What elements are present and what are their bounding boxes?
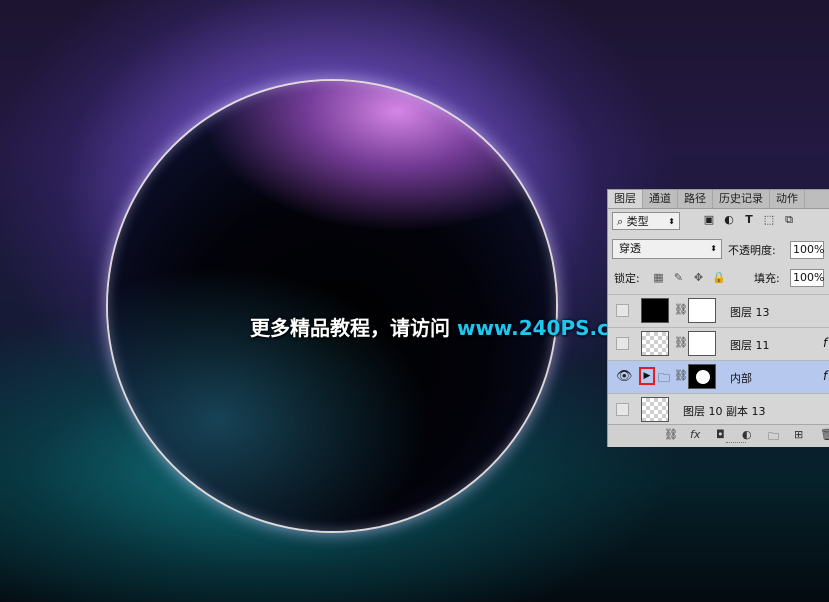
image-filter-icon[interactable]: ▣: [702, 213, 716, 227]
layer-name[interactable]: 图层 11: [730, 337, 770, 353]
new-layer-icon[interactable]: ⊞: [794, 428, 803, 441]
layer-name[interactable]: 图层 10 副本 13: [683, 403, 765, 419]
adjustment-icon[interactable]: ◐: [742, 428, 752, 441]
mask-thumbnail: [688, 364, 716, 389]
link-icon[interactable]: ⛓: [664, 428, 678, 441]
layer-name[interactable]: 图层 13: [730, 304, 770, 320]
tab-actions[interactable]: 动作: [770, 190, 805, 208]
group-icon[interactable]: 🗀: [768, 428, 779, 447]
fx-icon[interactable]: f: [823, 336, 827, 350]
mask-shape: [696, 370, 710, 384]
filter-row: ⌕ 类型 ⬍ ▣ ◐ T ⬚ ⧉: [608, 210, 829, 234]
visibility-toggle[interactable]: [616, 403, 629, 416]
layer-row[interactable]: ⛓ 图层 11 f: [608, 327, 829, 360]
chevron-updown-icon: ⬍: [710, 244, 717, 253]
expand-arrow-icon[interactable]: ▶: [639, 367, 655, 385]
visibility-toggle[interactable]: [616, 337, 629, 350]
visibility-toggle[interactable]: [616, 304, 629, 317]
fill-label: 填充:: [754, 272, 780, 285]
blend-row: 穿透 ⬍ 不透明度: 100%: [608, 238, 829, 262]
shape-filter-icon[interactable]: ⬚: [762, 213, 776, 227]
eye-icon[interactable]: 👁: [616, 370, 633, 383]
panel-tabs: 图层 通道 路径 历史记录 动作: [608, 190, 829, 209]
lock-label: 锁定:: [614, 272, 640, 285]
tab-layers[interactable]: 图层: [608, 190, 643, 208]
panel-bottom-bar: ⛓ fx ◘ ◐ 🗀 ⊞ 🗑: [608, 424, 829, 447]
mask-thumbnail: [688, 298, 716, 323]
watermark: 更多精品教程，请访问 www.240PS.com: [250, 314, 644, 342]
folder-icon: 🗀: [658, 371, 671, 385]
adjustment-filter-icon[interactable]: ◐: [722, 213, 736, 227]
layer-row[interactable]: 图层 10 副本 13: [608, 393, 829, 426]
lock-all-icon[interactable]: 🔒: [712, 271, 726, 284]
opacity-input[interactable]: 100%: [790, 241, 824, 259]
layers-panel: 图层 通道 路径 历史记录 动作 ⌕ 类型 ⬍ ▣ ◐ T ⬚ ⧉ 穿透 ⬍ 不…: [607, 189, 829, 447]
layer-name[interactable]: 内部: [730, 370, 752, 386]
watermark-text: 更多精品教程，请访问: [250, 316, 450, 340]
layer-thumbnail: [641, 298, 669, 323]
layer-row-selected[interactable]: 👁 ▶ 🗀 ⛓ 内部 f: [608, 360, 829, 393]
filter-kind-label: 类型: [626, 215, 649, 228]
glowing-sphere: [108, 81, 556, 531]
lock-transparency-icon[interactable]: ▦: [652, 271, 665, 284]
layer-row[interactable]: ⛓ 图层 13: [608, 294, 829, 327]
text-filter-icon[interactable]: T: [742, 213, 756, 227]
lock-move-icon[interactable]: ✥: [692, 271, 705, 284]
mask-thumbnail: [688, 331, 716, 356]
fill-input[interactable]: 100%: [790, 269, 824, 287]
link-icon: ⛓: [674, 336, 688, 349]
blend-mode-value: 穿透: [619, 242, 641, 255]
fx-icon[interactable]: fx: [690, 428, 700, 441]
lock-row: 锁定: ▦ ✎ ✥ 🔒 填充: 100%: [608, 266, 829, 290]
opacity-label: 不透明度:: [728, 244, 776, 257]
layer-thumbnail: [641, 397, 669, 422]
resize-grip[interactable]: [726, 442, 746, 445]
tab-paths[interactable]: 路径: [678, 190, 713, 208]
smart-object-filter-icon[interactable]: ⧉: [782, 213, 796, 227]
blend-mode-select[interactable]: 穿透 ⬍: [612, 239, 722, 259]
link-icon: ⛓: [674, 369, 688, 382]
mask-icon[interactable]: ◘: [716, 428, 725, 441]
filter-kind-select[interactable]: ⌕ 类型 ⬍: [612, 212, 680, 230]
link-icon: ⛓: [674, 303, 688, 316]
fx-icon[interactable]: f: [823, 369, 827, 383]
layer-thumbnail: [641, 331, 669, 356]
delete-icon[interactable]: 🗑: [820, 428, 829, 441]
search-icon: ⌕: [617, 215, 627, 228]
tab-history[interactable]: 历史记录: [713, 190, 770, 208]
tab-channels[interactable]: 通道: [643, 190, 678, 208]
lock-brush-icon[interactable]: ✎: [672, 271, 685, 284]
chevron-updown-icon: ⬍: [668, 217, 675, 226]
